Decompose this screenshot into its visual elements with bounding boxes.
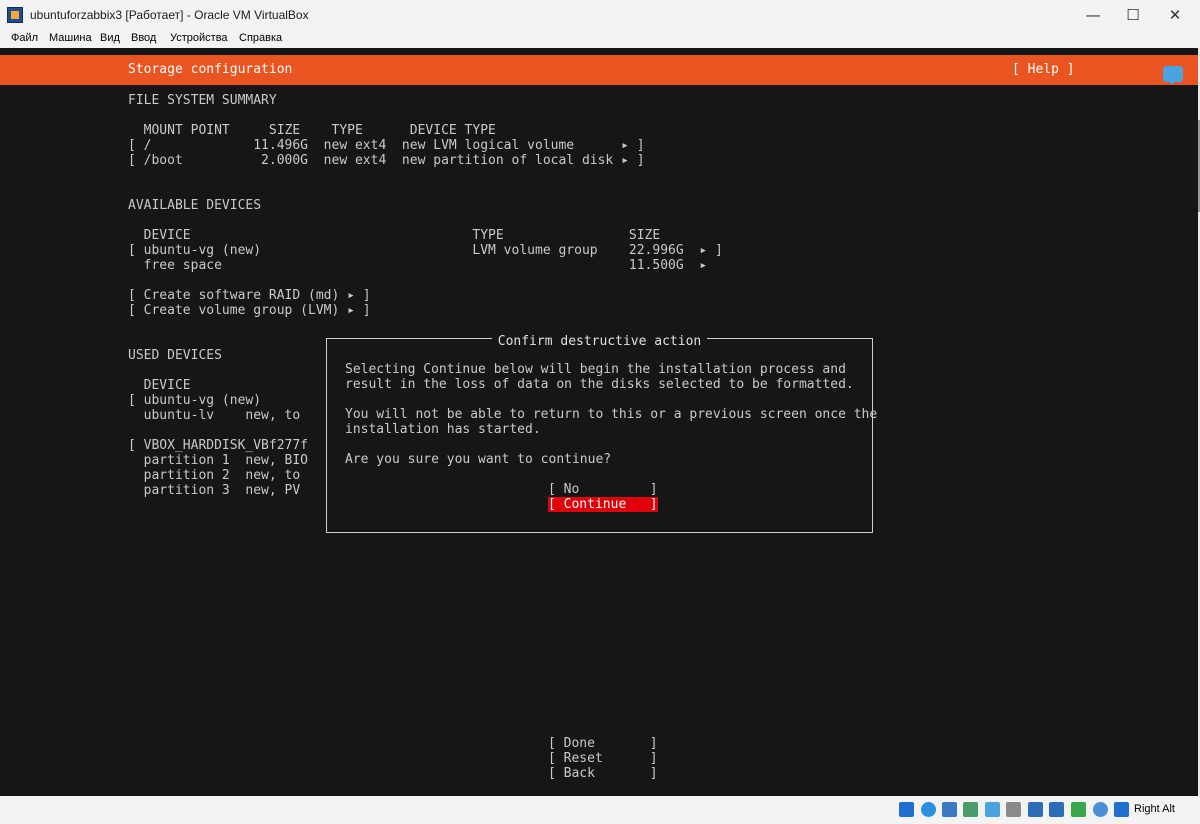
- fs-row-root[interactable]: [ / 11.496G new ext4 new LVM logical vol…: [128, 138, 645, 153]
- reset-button[interactable]: [ Reset ]: [548, 751, 658, 766]
- virtualbox-icon: [7, 7, 23, 23]
- fs-summary-header: MOUNT POINT SIZE TYPE DEVICE TYPE: [128, 123, 496, 138]
- disk-activity-icon[interactable]: [899, 802, 914, 817]
- help-button[interactable]: [ Help ]: [1012, 62, 1075, 77]
- usb-icon[interactable]: [985, 802, 1000, 817]
- shared-folders-icon[interactable]: [1006, 802, 1021, 817]
- menu-machine[interactable]: Машина: [49, 32, 92, 44]
- window-title: ubuntuforzabbix3 [Работает] - Oracle VM …: [30, 8, 309, 22]
- menu-input[interactable]: Ввод: [131, 32, 156, 44]
- guest-screen[interactable]: Storage configuration [ Help ] FILE SYST…: [0, 48, 1198, 796]
- menu-devices[interactable]: Устройства: [170, 32, 228, 44]
- confirm-dialog: Confirm destructive action Selecting Con…: [326, 334, 877, 533]
- create-vg-button[interactable]: [ Create volume group (LVM) ▸ ]: [128, 303, 371, 318]
- back-button[interactable]: [ Back ]: [548, 766, 658, 781]
- create-raid-button[interactable]: [ Create software RAID (md) ▸ ]: [128, 288, 371, 303]
- optical-drive-icon[interactable]: [921, 802, 936, 817]
- network-icon[interactable]: [963, 802, 978, 817]
- maximize-button[interactable]: ☐: [1113, 0, 1153, 30]
- used-row[interactable]: partition 1 new, BIO: [128, 453, 308, 468]
- dialog-text: Selecting Continue below will begin the …: [345, 362, 846, 377]
- available-devices-heading: AVAILABLE DEVICES: [128, 198, 262, 213]
- statusbar: Right Alt: [0, 796, 1200, 824]
- dialog-text: result in the loss of data on the disks …: [345, 377, 854, 392]
- continue-button[interactable]: [ Continue ]: [548, 497, 658, 512]
- menu-view[interactable]: Вид: [100, 32, 120, 44]
- display-icon[interactable]: [1028, 802, 1043, 817]
- menu-help[interactable]: Справка: [239, 32, 282, 44]
- used-devices-heading: USED DEVICES: [128, 348, 222, 363]
- notification-icon[interactable]: [1163, 66, 1183, 85]
- keyboard-capture-icon[interactable]: [1114, 802, 1129, 817]
- done-button[interactable]: [ Done ]: [548, 736, 658, 751]
- device-row-ubuntu-vg[interactable]: [ ubuntu-vg (new) LVM volume group 22.99…: [128, 243, 723, 258]
- no-button[interactable]: [ No ]: [548, 482, 658, 497]
- device-row-free-space[interactable]: free space 11.500G ▸: [128, 258, 708, 273]
- used-devices-header: DEVICE: [128, 378, 191, 393]
- used-row[interactable]: partition 2 new, to: [128, 468, 301, 483]
- dialog-text: You will not be able to return to this o…: [345, 407, 878, 422]
- host-key-label: Right Alt: [1134, 803, 1175, 815]
- used-row[interactable]: ubuntu-lv new, to: [128, 408, 301, 423]
- fs-row-boot[interactable]: [ /boot 2.000G new ext4 new partition of…: [128, 153, 645, 168]
- menubar: Файл Машина Вид Ввод Устройства Справка: [0, 30, 1200, 48]
- fs-summary-heading: FILE SYSTEM SUMMARY: [128, 93, 277, 108]
- used-row[interactable]: partition 3 new, PV: [128, 483, 301, 498]
- audio-icon[interactable]: [942, 802, 957, 817]
- page-title: Storage configuration: [128, 62, 293, 77]
- mouse-integration-icon[interactable]: [1093, 802, 1108, 817]
- dialog-text: installation has started.: [345, 422, 541, 437]
- dialog-question: Are you sure you want to continue?: [345, 452, 612, 467]
- menu-file[interactable]: Файл: [11, 32, 38, 44]
- used-row[interactable]: [ ubuntu-vg (new): [128, 393, 261, 408]
- minimize-button[interactable]: —: [1073, 0, 1113, 30]
- available-devices-header: DEVICE TYPE SIZE: [128, 228, 661, 243]
- close-button[interactable]: ✕: [1155, 0, 1195, 30]
- window-titlebar: ubuntuforzabbix3 [Работает] - Oracle VM …: [0, 0, 1200, 30]
- used-row[interactable]: [ VBOX_HARDDISK_VBf277f: [128, 438, 308, 453]
- virtualization-icon[interactable]: [1071, 802, 1086, 817]
- recording-icon[interactable]: [1049, 802, 1064, 817]
- dialog-title: Confirm destructive action: [491, 334, 708, 349]
- installer-header: Storage configuration [ Help ]: [0, 55, 1198, 85]
